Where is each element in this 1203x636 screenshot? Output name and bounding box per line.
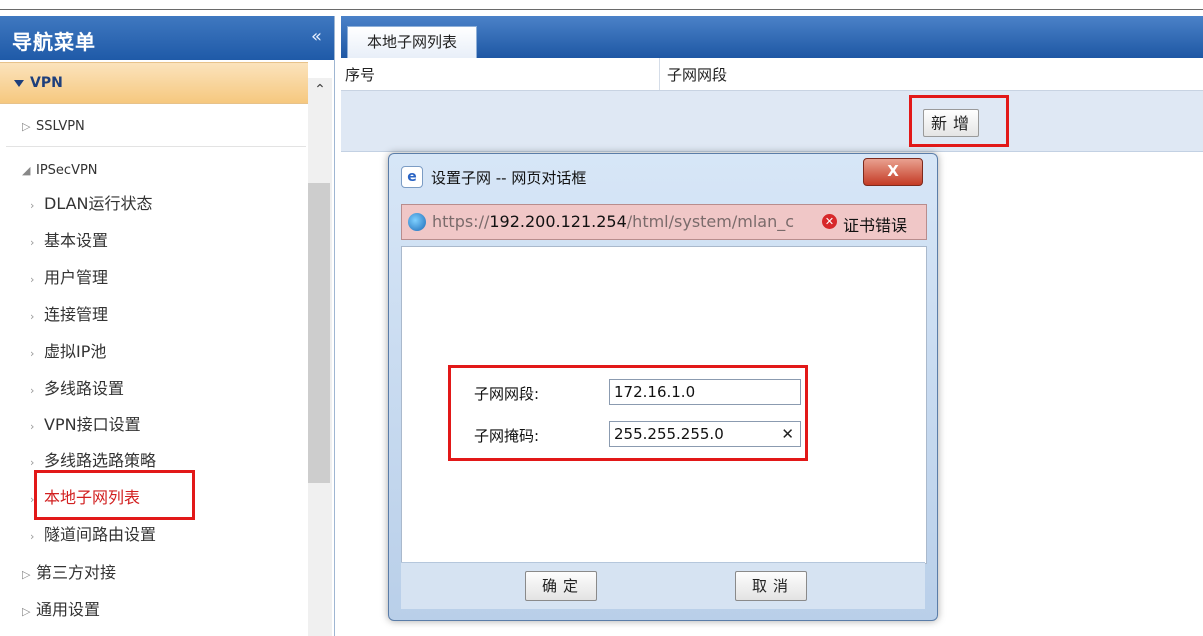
cert-error-label[interactable]: 证书错误: [843, 212, 907, 236]
cancel-button[interactable]: 取消: [735, 571, 807, 601]
collapse-sidebar-icon[interactable]: «: [311, 26, 322, 47]
clear-icon[interactable]: ✕: [781, 422, 794, 446]
mask-input[interactable]: 255.255.255.0 ✕: [609, 421, 801, 447]
sidebar-item-dlan-status[interactable]: › DLAN运行状态: [0, 187, 335, 221]
sidebar-item-connection-management[interactable]: › 连接管理: [0, 298, 335, 332]
subnet-label: 子网网段:: [474, 385, 540, 403]
nav-header: 导航菜单 «: [0, 16, 334, 60]
bullet-icon: ›: [30, 420, 35, 433]
sidebar-item-virtual-ip-pool[interactable]: › 虚拟IP池: [0, 335, 335, 369]
collapsed-arrow-icon: ▷: [22, 605, 31, 618]
close-button[interactable]: X: [863, 158, 923, 186]
column-header-index[interactable]: 序号: [345, 64, 375, 85]
sidebar-item-sslvpn[interactable]: ▷ SSLVPN: [0, 108, 327, 142]
tab-local-subnet-list[interactable]: 本地子网列表: [347, 26, 477, 59]
expanded-arrow-icon: [14, 79, 24, 87]
section-vpn[interactable]: VPN: [0, 62, 308, 104]
set-subnet-dialog: e 设置子网 -- 网页对话框 X https://192.200.121.25…: [388, 153, 938, 621]
top-border: [0, 0, 1203, 10]
scroll-up-icon[interactable]: ⌃: [308, 78, 332, 102]
sidebar-item-multi-line-settings[interactable]: › 多线路设置: [0, 372, 335, 406]
url-text: https://192.200.121.254/html/system/mlan…: [432, 212, 795, 231]
column-header-subnet[interactable]: 子网网段: [667, 64, 727, 85]
bullet-icon: ›: [30, 273, 35, 286]
subnet-input[interactable]: 172.16.1.0: [609, 379, 801, 405]
sidebar-item-vpn-interface-settings[interactable]: › VPN接口设置: [0, 408, 335, 442]
bullet-icon: ›: [30, 530, 35, 543]
highlight-box-sidebar: [34, 470, 195, 520]
collapsed-arrow-icon: ▷: [22, 120, 31, 133]
dialog-title: 设置子网 -- 网页对话框: [431, 169, 587, 187]
expanded-arrow-icon: ◢: [22, 164, 31, 177]
sidebar-item-user-management[interactable]: › 用户管理: [0, 261, 335, 295]
divider: [6, 146, 306, 147]
bullet-icon: ›: [30, 347, 35, 360]
column-divider: [659, 58, 660, 90]
highlight-box-add: [909, 95, 1009, 147]
sidebar-item-tunnel-routing-settings[interactable]: › 隧道间路由设置: [0, 518, 335, 552]
address-bar: https://192.200.121.254/html/system/mlan…: [401, 204, 927, 240]
mask-input-value: 255.255.255.0: [614, 425, 724, 443]
nav-title: 导航菜单: [12, 30, 96, 54]
collapsed-arrow-icon: ▷: [22, 568, 31, 581]
bullet-icon: ›: [30, 384, 35, 397]
dialog-content: 子网网段: 172.16.1.0 子网掩码: 255.255.255.0 ✕: [401, 246, 927, 564]
bullet-icon: ›: [30, 236, 35, 249]
cert-error-icon[interactable]: ✕: [822, 214, 837, 229]
globe-icon: [408, 213, 426, 231]
mask-label: 子网掩码:: [474, 427, 540, 445]
sidebar-item-ipsecvpn[interactable]: ◢ IPSecVPN: [0, 152, 327, 186]
table-header: 序号 子网网段: [341, 58, 1203, 91]
bullet-icon: ›: [30, 310, 35, 323]
ok-button[interactable]: 确定: [525, 571, 597, 601]
bullet-icon: ›: [30, 199, 35, 212]
toolbar: 新增: [341, 91, 1203, 152]
dialog-footer: 确定 取消: [401, 562, 925, 609]
sidebar: 导航菜单 « VPN ⌃ ▷ SSLVPN ◢ IPSecVPN › DLAN运行状态…: [0, 16, 335, 636]
tab-bar: 本地子网列表: [341, 16, 1203, 59]
section-vpn-label: VPN: [14, 75, 63, 91]
ie-icon: e: [401, 166, 423, 188]
sidebar-item-general-settings[interactable]: ▷ 通用设置: [0, 593, 327, 627]
sidebar-item-basic-settings[interactable]: › 基本设置: [0, 224, 335, 258]
sidebar-item-third-party[interactable]: ▷ 第三方对接: [0, 556, 327, 590]
